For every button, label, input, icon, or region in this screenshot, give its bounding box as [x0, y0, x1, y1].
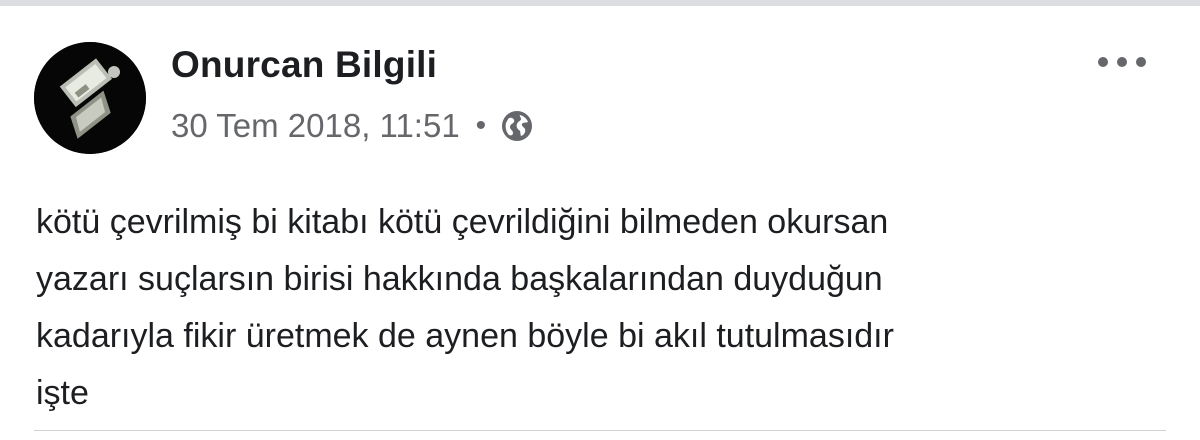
meta-separator: •: [475, 109, 487, 142]
post-text-line: yazarı suçlarsın birisi hakkında başkala…: [36, 260, 883, 298]
profile-picture-image: [34, 42, 146, 154]
more-options-icon: [1098, 57, 1108, 67]
author-name[interactable]: Onurcan Bilgili: [171, 44, 437, 86]
more-options-icon-dot: [1136, 57, 1146, 67]
bottom-divider: [34, 430, 1166, 431]
more-options-icon-dot: [1117, 57, 1127, 67]
post-text-line: kötü çevrilmiş bi kitabı kötü çevrildiği…: [36, 203, 889, 241]
avatar[interactable]: [34, 42, 146, 154]
post-meta: 30 Tem 2018, 11:51 •: [171, 104, 534, 148]
post-text: kötü çevrilmiş bi kitabı kötü çevrildiği…: [36, 194, 1156, 422]
post-card: Onurcan Bilgili 30 Tem 2018, 11:51 • köt…: [0, 6, 1200, 440]
post-timestamp[interactable]: 30 Tem 2018, 11:51: [171, 107, 460, 145]
more-options-button[interactable]: [1098, 50, 1146, 74]
post-text-line: kadarıyla fikir üretmek de aynen böyle b…: [36, 317, 894, 355]
post-text-line: işte: [36, 374, 89, 412]
globe-icon[interactable]: [500, 109, 534, 143]
